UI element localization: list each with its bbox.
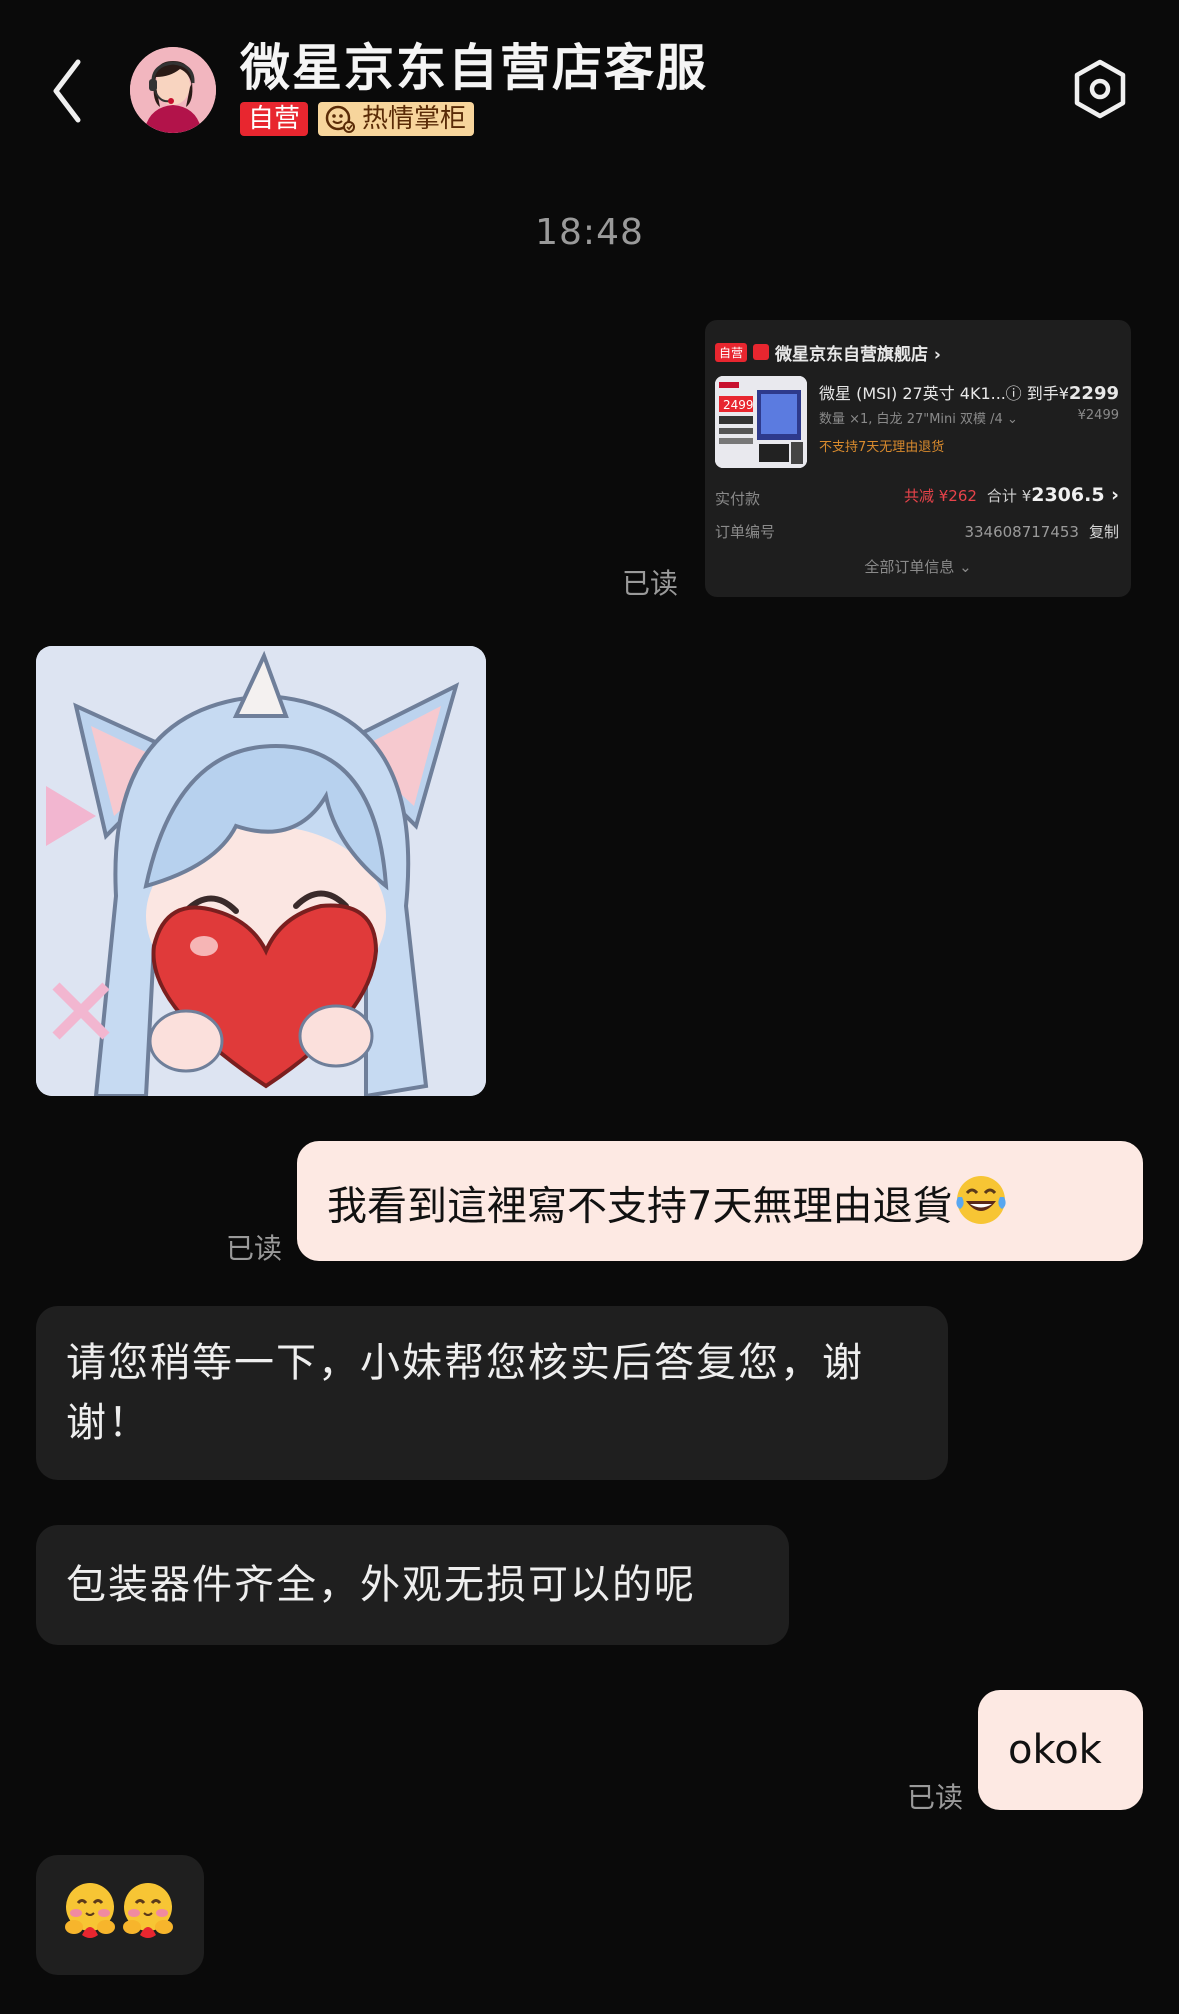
tears-of-joy-emoji-icon <box>952 1171 1010 1246</box>
thumb-price: 2499 <box>723 398 754 412</box>
total-amount: 2306.5 › <box>1031 484 1119 506</box>
back-arrow-icon[interactable] <box>46 56 90 126</box>
hugging-face-emoji-icon <box>65 1883 173 1938</box>
warm-badge-label: 热情掌柜 <box>362 104 467 134</box>
read-receipt: 已读 <box>226 1232 283 1265</box>
order-original-price: ¥2499 <box>1077 408 1119 423</box>
read-receipt: 已读 <box>907 1781 964 1814</box>
all-order-info-link[interactable]: 全部订单信息 ⌄ <box>705 556 1131 577</box>
order-number: 334608717453 复制 <box>964 523 1119 541</box>
message-text: 我看到這裡寫不支持7天無理由退貨 <box>327 1183 953 1230</box>
product-thumbnail[interactable]: 2499 <box>715 376 807 468</box>
self-operated-badge: 自营 <box>240 102 309 136</box>
smile-face-icon <box>325 105 355 133</box>
message-text: 包装器件齐全，外观无损可以的呢 <box>66 1562 696 1608</box>
discount-amount: 共减 ¥262 <box>903 487 977 505</box>
message-text: okok <box>1008 1727 1102 1773</box>
message-timestamp: 18:48 <box>535 212 644 253</box>
copy-button[interactable]: 复制 <box>1089 523 1119 541</box>
no-return-warning: 不支持7天无理由退货 <box>819 440 945 455</box>
order-self-tag: 自营 <box>715 342 748 362</box>
warm-shopkeeper-badge: 热情掌柜 <box>318 102 475 136</box>
order-card[interactable]: 自营 微星京东自营旗舰店 › 2499 微星 (MSI) 27英寸 4K1...… <box>705 320 1131 597</box>
service-avatar[interactable] <box>130 47 216 133</box>
their-message-bubble[interactable]: 请您稍等一下，小妹帮您核实后答复您，谢谢！ <box>36 1306 948 1480</box>
order-product-name: 微星 (MSI) 27英寸 4K1... <box>819 384 1006 403</box>
order-product-spec[interactable]: 数量 ×1, 白龙 27"Mini 双模 /4 ⌄ <box>819 408 1018 427</box>
chat-title: 微星京东自营店客服 <box>240 39 708 97</box>
chat-header: 微星京东自营店客服 自营 热情掌柜 <box>0 0 1179 150</box>
order-store-name: 微星京东自营旗舰店 › <box>775 344 941 365</box>
their-message-bubble[interactable]: 包装器件齐全，外观无损可以的呢 <box>36 1525 789 1645</box>
anime-sticker-image[interactable] <box>36 646 486 1096</box>
msi-store-icon <box>753 344 770 360</box>
order-store-row[interactable]: 自营 微星京东自营旗舰店 › <box>715 340 941 365</box>
order-number-label: 订单编号 <box>715 523 776 541</box>
settings-hexagon-icon[interactable] <box>1072 58 1128 120</box>
paid-label: 实付款 <box>715 490 761 508</box>
my-message-bubble[interactable]: okok <box>978 1690 1143 1810</box>
my-message-bubble[interactable]: 我看到這裡寫不支持7天無理由退貨 <box>297 1141 1143 1261</box>
paid-amount[interactable]: 共减 ¥262 合计 ¥2306.5 › <box>904 484 1119 506</box>
order-final-price: ⓘ 到手¥2299 <box>1005 383 1119 404</box>
their-emoji-bubble[interactable] <box>36 1855 204 1975</box>
message-text: 请您稍等一下，小妹帮您核实后答复您，谢谢！ <box>66 1340 864 1446</box>
read-receipt: 已读 <box>622 567 679 600</box>
